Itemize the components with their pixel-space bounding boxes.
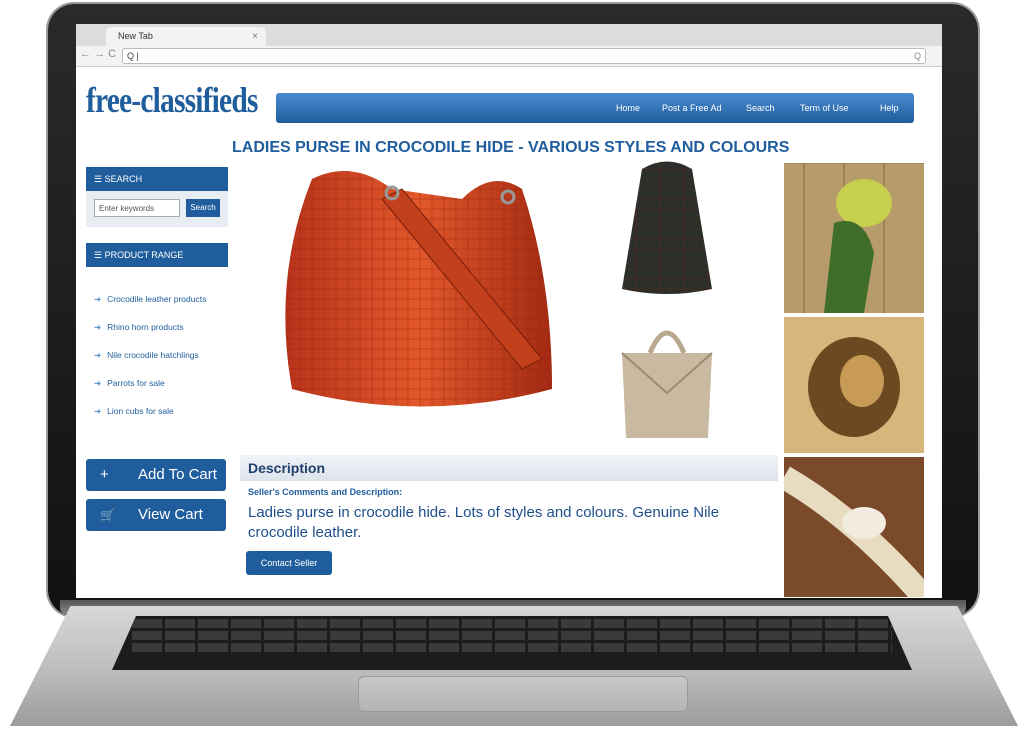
nav-terms[interactable]: Term of Use: [800, 103, 849, 113]
site-logo[interactable]: free-classifieds: [86, 79, 258, 121]
ivory-carving-photo[interactable]: [784, 457, 924, 597]
nav-help[interactable]: Help: [880, 103, 899, 113]
nav-buttons[interactable]: ← → C: [80, 48, 116, 60]
list-item[interactable]: ➔ Crocodile leather products: [86, 289, 236, 317]
arrow-icon: ➔: [94, 378, 102, 388]
beige-bag-image[interactable]: [612, 313, 722, 443]
contact-seller-button[interactable]: Contact Seller: [246, 551, 332, 575]
keyboard: [112, 616, 912, 670]
black-bag-image[interactable]: [612, 159, 722, 299]
address-bar-row: ← → C Q | Q: [76, 46, 942, 67]
arrow-icon: ➔: [94, 350, 102, 360]
list-item[interactable]: ➔ Parrots for sale: [86, 373, 236, 401]
cart-icon: 🛒: [100, 508, 115, 522]
description-subheading: Seller's Comments and Description:: [248, 487, 403, 497]
search-icon: Q: [913, 51, 921, 61]
nav-search[interactable]: Search: [746, 103, 775, 113]
parrot-photo[interactable]: [784, 163, 924, 313]
arrow-icon: ➔: [94, 406, 102, 416]
search-heading: ☰ SEARCH: [86, 167, 228, 191]
list-item[interactable]: ➔ Lion cubs for sale: [86, 401, 236, 429]
product-range-heading: ☰ PRODUCT RANGE: [86, 243, 228, 267]
plus-icon: +: [100, 466, 109, 483]
site-navbar: Home Post a Free Ad Search Term of Use H…: [276, 93, 914, 123]
browser-tabbar: New Tab ×: [76, 24, 942, 46]
address-bar[interactable]: Q | Q: [122, 48, 926, 64]
add-to-cart-button[interactable]: + Add To Cart: [86, 459, 226, 491]
url-text: Q |: [127, 51, 139, 61]
listing-title: LADIES PURSE IN CROCODILE HIDE - VARIOUS…: [232, 139, 790, 156]
browser-tab[interactable]: New Tab ×: [106, 27, 266, 46]
description-text: Ladies purse in crocodile hide. Lots of …: [248, 504, 720, 541]
tab-title: New Tab: [118, 31, 153, 41]
main-product-image[interactable]: [252, 159, 588, 425]
close-icon[interactable]: ×: [252, 27, 258, 46]
search-button[interactable]: Search: [186, 199, 220, 217]
screen: New Tab × ← → C Q | Q free-classifieds H…: [76, 24, 942, 598]
arrow-icon: ➔: [94, 322, 102, 332]
search-input[interactable]: Enter keywords: [94, 199, 180, 217]
lion-photo[interactable]: [784, 317, 924, 453]
list-item[interactable]: ➔ Rhino horn products: [86, 317, 236, 345]
nav-home[interactable]: Home: [616, 103, 640, 113]
nav-post-ad[interactable]: Post a Free Ad: [662, 103, 722, 113]
search-box: Enter keywords Search: [86, 191, 228, 227]
arrow-icon: ➔: [94, 294, 102, 304]
list-item[interactable]: ➔ Nile crocodile hatchlings: [86, 345, 236, 373]
description-heading: Description: [240, 455, 778, 481]
product-list: ➔ Crocodile leather products ➔ Rhino horn …: [86, 289, 236, 429]
web-page: free-classifieds Home Post a Free Ad Sea…: [76, 67, 942, 598]
view-cart-button[interactable]: 🛒 View Cart: [86, 499, 226, 531]
trackpad: [358, 676, 688, 712]
